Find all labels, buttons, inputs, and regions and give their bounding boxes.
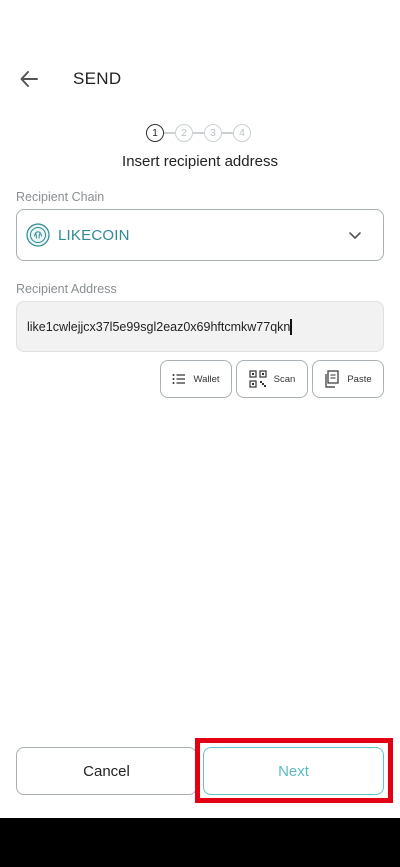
recipient-chain-label: Recipient Chain [16,190,105,204]
chevron-down-icon [349,232,361,239]
recipient-address-field[interactable]: like1cwlejjcx37l5e99sgl2eaz0x69hftcmkw77… [16,301,384,352]
paste-icon [325,370,339,388]
arrow-left-icon [20,71,38,87]
list-icon [172,374,186,384]
next-button[interactable]: Next [203,747,384,795]
text-caret [290,318,293,335]
recipient-address-label: Recipient Address [16,282,117,296]
paste-button-label: Paste [347,373,372,385]
step-subtitle: Insert recipient address [122,153,278,170]
wallet-button[interactable]: Wallet [160,360,232,398]
address-actions: Wallet Scan Paste [160,360,384,398]
scan-button-label: Scan [273,373,296,385]
likecoin-icon [26,223,50,247]
scan-button[interactable]: Scan [236,360,308,398]
system-navigation-bar [0,818,400,867]
stepper: 1 2 3 4 [146,123,251,143]
header: SEND [0,58,400,100]
page-title: SEND [73,69,122,88]
step-3: 3 [204,124,222,142]
recipient-chain-select[interactable]: LIKECOIN [16,209,384,261]
wallet-button-label: Wallet [193,373,220,385]
cancel-button[interactable]: Cancel [16,747,197,795]
step-1: 1 [146,124,164,142]
step-2: 2 [175,124,193,142]
paste-button[interactable]: Paste [312,360,384,398]
recipient-address-value[interactable]: like1cwlejjcx37l5e99sgl2eaz0x69hftcmkw77… [27,320,290,334]
step-connector [222,132,233,134]
step-connector [193,132,204,134]
back-button[interactable] [14,64,44,94]
step-4: 4 [233,124,251,142]
chain-name: LIKECOIN [58,226,130,244]
qr-code-icon [249,370,267,388]
step-connector [164,132,175,134]
